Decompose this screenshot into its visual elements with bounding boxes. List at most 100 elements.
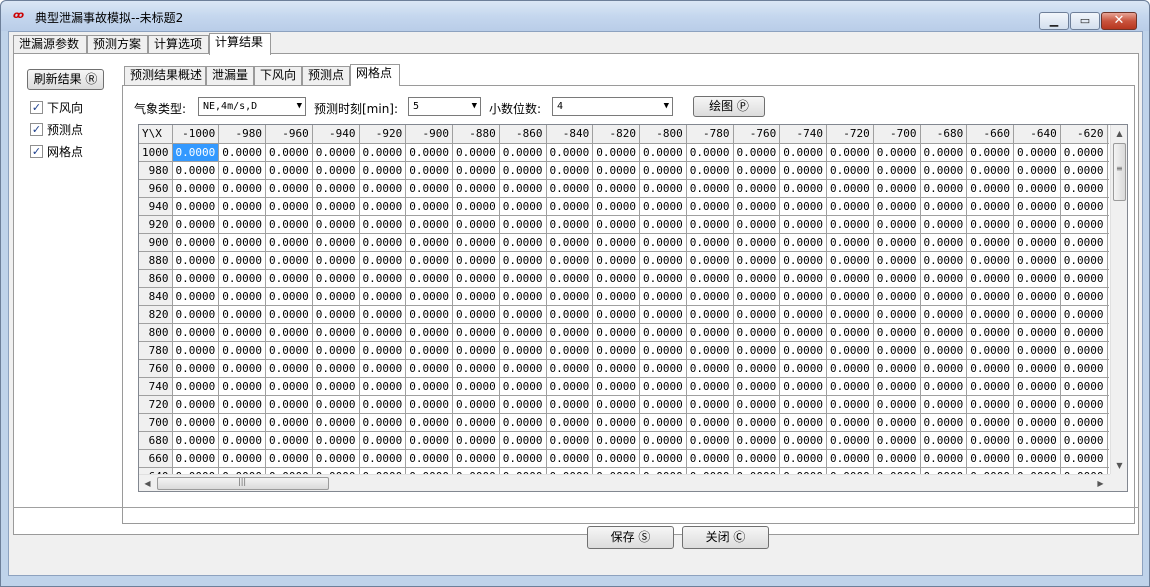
grid-cell[interactable]: 0.0000 xyxy=(546,233,594,252)
grid-cell[interactable]: 0.0000 xyxy=(359,377,407,396)
grid-cell[interactable]: 0.0000 xyxy=(920,179,968,198)
grid-cell[interactable]: 0.0000 xyxy=(592,233,640,252)
grid-cell[interactable]: 0.0000 xyxy=(1060,269,1108,288)
grid-column-header[interactable]: -980 xyxy=(218,125,266,144)
grid-cell[interactable]: 0 xyxy=(1107,449,1109,468)
grid-cell[interactable]: 0.0000 xyxy=(686,215,734,234)
grid-cell[interactable]: 0.0000 xyxy=(499,179,547,198)
grid-cell[interactable]: 0.0000 xyxy=(920,233,968,252)
grid-cell[interactable]: 0.0000 xyxy=(218,395,266,414)
grid-cell[interactable]: 0.0000 xyxy=(873,395,921,414)
grid-cell[interactable]: 0.0000 xyxy=(405,359,453,378)
grid-cell[interactable]: 0.0000 xyxy=(172,341,220,360)
grid-cell[interactable]: 0.0000 xyxy=(920,305,968,324)
grid-row-header[interactable]: 760 xyxy=(139,359,173,378)
grid-cell[interactable]: 0.0000 xyxy=(218,179,266,198)
grid-column-header[interactable]: -640 xyxy=(1013,125,1061,144)
grid-cell[interactable]: 0.0000 xyxy=(172,323,220,342)
grid-cell[interactable]: 0.0000 xyxy=(966,323,1014,342)
grid-cell[interactable]: 0.0000 xyxy=(826,359,874,378)
grid-cell[interactable]: 0.0000 xyxy=(826,395,874,414)
grid-cell[interactable]: 0.0000 xyxy=(826,215,874,234)
grid-cell[interactable]: 0.0000 xyxy=(499,467,547,474)
grid-table-container[interactable]: Y\X -1000 -980 -960 -940 -920 -900 -880 -860 -840… xyxy=(138,124,1128,492)
tab-calc-options[interactable]: 计算选项 xyxy=(148,35,209,54)
grid-cell[interactable]: 0.0000 xyxy=(499,431,547,450)
grid-cell[interactable]: 0.0000 xyxy=(359,215,407,234)
grid-cell[interactable]: 0.0000 xyxy=(592,197,640,216)
grid-cell[interactable]: 0.0000 xyxy=(546,323,594,342)
grid-cell[interactable]: 0.0000 xyxy=(265,269,313,288)
grid-cell[interactable]: 0.0000 xyxy=(1013,413,1061,432)
grid-cell[interactable]: 0.0000 xyxy=(359,467,407,474)
grid-cell[interactable]: 0.0000 xyxy=(546,305,594,324)
grid-cell[interactable]: 0.0000 xyxy=(686,431,734,450)
scroll-down-icon[interactable]: ▼ xyxy=(1111,457,1127,474)
grid-cell[interactable]: 0.0000 xyxy=(172,251,220,270)
grid-cell[interactable]: 0.0000 xyxy=(920,269,968,288)
grid-row-header[interactable]: 700 xyxy=(139,413,173,432)
grid-cell[interactable]: 0 xyxy=(1107,323,1109,342)
grid-cell[interactable]: 0.0000 xyxy=(405,143,453,162)
grid-cell[interactable]: 0.0000 xyxy=(779,251,827,270)
grid-cell[interactable]: 0.0000 xyxy=(733,431,781,450)
checkbox-check-icon[interactable]: ✓ xyxy=(30,145,43,158)
grid-cell[interactable]: 0.0000 xyxy=(499,287,547,306)
grid-cell[interactable]: 0.0000 xyxy=(499,413,547,432)
grid-cell[interactable]: 0.0000 xyxy=(592,377,640,396)
grid-cell[interactable]: 0.0000 xyxy=(1013,161,1061,180)
grid-cell[interactable]: 0.0000 xyxy=(218,143,266,162)
grid-cell[interactable]: 0.0000 xyxy=(733,359,781,378)
grid-cell[interactable]: 0.0000 xyxy=(686,341,734,360)
grid-cell[interactable]: 0.0000 xyxy=(405,377,453,396)
grid-cell[interactable]: 0.0000 xyxy=(265,251,313,270)
horizontal-scrollbar[interactable]: ◀ ||| ▶ xyxy=(139,474,1110,491)
grid-cell[interactable]: 0.0000 xyxy=(733,197,781,216)
grid-cell[interactable]: 0.0000 xyxy=(312,449,360,468)
grid-cell[interactable]: 0.0000 xyxy=(405,305,453,324)
grid-cell[interactable]: 0.0000 xyxy=(359,179,407,198)
grid-cell[interactable]: 0.0000 xyxy=(265,233,313,252)
grid-column-header[interactable]: -660 xyxy=(966,125,1014,144)
grid-column-header[interactable]: -700 xyxy=(873,125,921,144)
grid-cell[interactable]: 0.0000 xyxy=(592,449,640,468)
grid-cell[interactable]: 0 xyxy=(1107,161,1109,180)
grid-cell[interactable]: 0.0000 xyxy=(873,431,921,450)
grid-cell[interactable]: 0.0000 xyxy=(452,359,500,378)
grid-row-header[interactable]: 720 xyxy=(139,395,173,414)
grid-cell[interactable]: 0.0000 xyxy=(920,377,968,396)
grid-cell[interactable]: 0.0000 xyxy=(1013,449,1061,468)
grid-cell[interactable]: 0 xyxy=(1107,431,1109,450)
tab-leak-amount[interactable]: 泄漏量 xyxy=(206,66,254,85)
grid-cell[interactable]: 0.0000 xyxy=(1060,287,1108,306)
grid-cell[interactable]: 0.0000 xyxy=(966,197,1014,216)
tab-leak-source[interactable]: 泄漏源参数 xyxy=(13,35,87,54)
grid-cell[interactable]: 0.0000 xyxy=(1013,269,1061,288)
grid-cell[interactable]: 0.0000 xyxy=(1013,467,1061,474)
grid-cell[interactable]: 0.0000 xyxy=(265,179,313,198)
grid-cell[interactable]: 0.0000 xyxy=(499,251,547,270)
minimize-button[interactable]: ▁ xyxy=(1039,12,1069,30)
scroll-left-icon[interactable]: ◀ xyxy=(139,475,156,491)
grid-cell[interactable]: 0.0000 xyxy=(405,341,453,360)
grid-row-header[interactable]: 900 xyxy=(139,233,173,252)
grid-cell[interactable]: 0.0000 xyxy=(359,143,407,162)
grid-cell[interactable]: 0 xyxy=(1107,377,1109,396)
grid-cell[interactable]: 0.0000 xyxy=(733,377,781,396)
grid-cell[interactable]: 0 xyxy=(1107,341,1109,360)
grid-cell[interactable]: 0.0000 xyxy=(966,215,1014,234)
grid-cell[interactable]: 0.0000 xyxy=(452,143,500,162)
grid-cell[interactable]: 0.0000 xyxy=(779,143,827,162)
grid-cell[interactable]: 0 xyxy=(1107,197,1109,216)
grid-cell[interactable]: 0.0000 xyxy=(873,197,921,216)
grid-cell[interactable]: 0.0000 xyxy=(966,395,1014,414)
weather-type-select[interactable]: NE,4m/s,D ▼ xyxy=(198,97,306,116)
grid-cell[interactable]: 0.0000 xyxy=(312,341,360,360)
grid-cell[interactable]: 0.0000 xyxy=(966,179,1014,198)
grid-cell[interactable]: 0.0000 xyxy=(779,305,827,324)
grid-cell[interactable]: 0.0000 xyxy=(1013,431,1061,450)
grid-cell[interactable]: 0.0000 xyxy=(686,467,734,474)
grid-cell[interactable]: 0.0000 xyxy=(1060,233,1108,252)
grid-cell[interactable]: 0.0000 xyxy=(966,341,1014,360)
grid-cell[interactable]: 0.0000 xyxy=(873,467,921,474)
